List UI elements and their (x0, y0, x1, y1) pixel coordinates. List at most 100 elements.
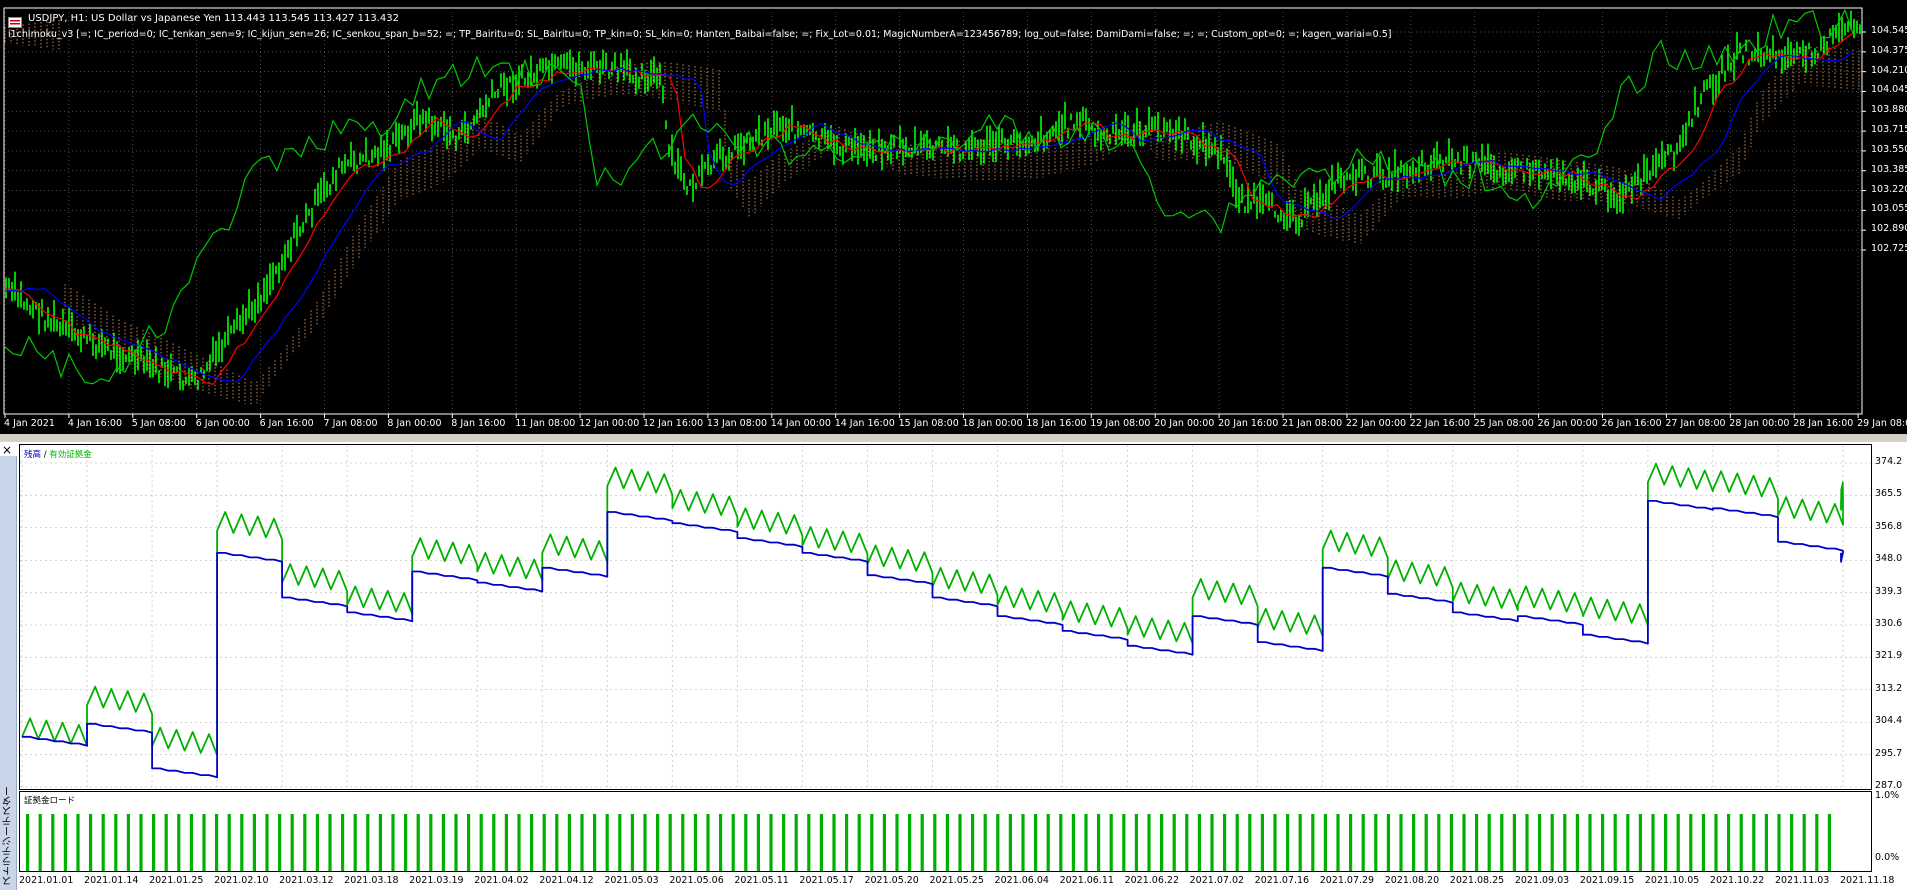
y-tick-label: 356.8 (1875, 520, 1903, 532)
load-bar (895, 814, 899, 871)
time-label: 7 Jan 08:00 (323, 418, 378, 429)
date-tick-label: 2021.03.18 (344, 875, 399, 886)
load-bar (567, 814, 571, 871)
load-bar (1512, 814, 1516, 871)
load-bar (1311, 814, 1315, 871)
load-bar (366, 814, 370, 871)
close-icon[interactable]: × (2, 443, 12, 457)
time-label: 21 Jan 08:00 (1282, 418, 1343, 429)
load-bar (177, 814, 181, 871)
load-bar (983, 814, 987, 871)
load-bar (832, 814, 836, 871)
load-bar (605, 814, 609, 871)
price-label: 103.715 (1871, 124, 1907, 136)
load-bar (693, 814, 697, 871)
load-bar (706, 814, 710, 871)
load-bar (731, 814, 735, 871)
load-bar (1676, 814, 1680, 871)
load-bar (630, 814, 634, 871)
load-bar (404, 814, 408, 871)
y-tick-label: 304.4 (1875, 715, 1903, 727)
load-bar (202, 814, 206, 871)
panel-splitter[interactable] (0, 434, 1907, 442)
load-bar (1197, 814, 1201, 871)
date-tick-label: 2021.01.14 (84, 875, 139, 886)
y-tick-label: 339.3 (1875, 585, 1903, 597)
load-bar (1752, 814, 1756, 871)
price-label: 103.880 (1871, 104, 1907, 116)
load-bar (479, 814, 483, 871)
date-tick-label: 2021.03.19 (409, 875, 464, 886)
date-tick-label: 2021.04.02 (474, 875, 529, 886)
load-bar (1626, 814, 1630, 871)
time-label: 22 Jan 00:00 (1345, 418, 1407, 429)
load-bar (1601, 814, 1605, 871)
load-bar (1134, 814, 1138, 871)
time-label: 4 Jan 2021 (4, 418, 55, 429)
date-tick-label: 2021.08.25 (1449, 875, 1505, 886)
load-bar (1412, 814, 1416, 871)
load-bar (882, 814, 886, 871)
load-bar (1790, 814, 1794, 871)
date-tick-label: 2021.05.20 (864, 875, 919, 886)
load-bar (971, 814, 975, 871)
load-bar (618, 814, 622, 871)
load-bar (1664, 814, 1668, 871)
date-tick-label: 2021.08.20 (1384, 875, 1440, 886)
legend-balance: 残高 (24, 450, 42, 460)
load-bar (1500, 814, 1504, 871)
time-label: 28 Jan 16:00 (1793, 418, 1854, 429)
load-bar (38, 814, 42, 871)
margin-load-graph: 証拠金ロード (19, 791, 1872, 872)
date-tick-label: 2021.05.25 (929, 875, 984, 886)
load-bar (227, 814, 231, 871)
load-bar (1046, 814, 1050, 871)
balance-graph: 残高 / 有効証拠金 (19, 444, 1872, 790)
price-chart[interactable]: USDJPY, H1: US Dollar vs Japanese Yen 11… (0, 0, 1907, 434)
load-bar (378, 814, 382, 871)
time-label: 8 Jan 00:00 (387, 418, 442, 429)
load-bar (580, 814, 584, 871)
indicator-params: i1chimoku_v3 [=; IC_period=0; IC_tenkan_… (8, 29, 1392, 40)
price-chart-canvas[interactable] (0, 0, 1907, 434)
time-label: 5 Jan 08:00 (131, 418, 186, 429)
load-bar (1550, 814, 1554, 871)
y-tick-label: 365.5 (1875, 488, 1903, 500)
load-bar (126, 814, 130, 871)
load-bar (101, 814, 105, 871)
time-label: 18 Jan 00:00 (962, 418, 1023, 429)
time-label: 27 Jan 08:00 (1665, 418, 1726, 429)
time-label: 26 Jan 00:00 (1537, 418, 1598, 429)
load-bar (1437, 814, 1441, 871)
load-bar (1727, 814, 1731, 871)
load-bar (265, 814, 269, 871)
load-bar (1286, 814, 1290, 871)
side-tab-label: ストラテジーテスター (3, 786, 14, 886)
load-bar (391, 814, 395, 871)
load-bar (492, 814, 496, 871)
time-label: 8 Jan 16:00 (451, 418, 506, 429)
load-bar (1008, 814, 1012, 871)
load-bar (89, 814, 93, 871)
strategy-tester-tab[interactable]: ストラテジーテスター (0, 456, 17, 890)
time-label: 20 Jan 16:00 (1218, 418, 1279, 429)
load-bar (1475, 814, 1479, 871)
load-bar (26, 814, 30, 871)
load-bar (164, 814, 168, 871)
load-legend: 証拠金ロード (24, 796, 76, 806)
time-label: 15 Jan 08:00 (898, 418, 959, 429)
load-bar (845, 814, 849, 871)
load-bar (945, 814, 949, 871)
strategy-tester-panel: × ストラテジーテスター 残高 / 有効証拠金 証拠金ロード 374.2 365.… (0, 442, 1907, 890)
load-bar (1185, 814, 1189, 871)
load-bar (542, 814, 546, 871)
date-tick-label: 2021.07.16 (1254, 875, 1310, 886)
price-label: 104.375 (1871, 44, 1907, 56)
load-bar (996, 814, 1000, 871)
load-bar (1462, 814, 1466, 871)
load-bar (1147, 814, 1151, 871)
load-bar (1764, 814, 1768, 871)
load-bar (782, 814, 786, 871)
load-bar (920, 814, 924, 871)
load-bar (1613, 814, 1617, 871)
